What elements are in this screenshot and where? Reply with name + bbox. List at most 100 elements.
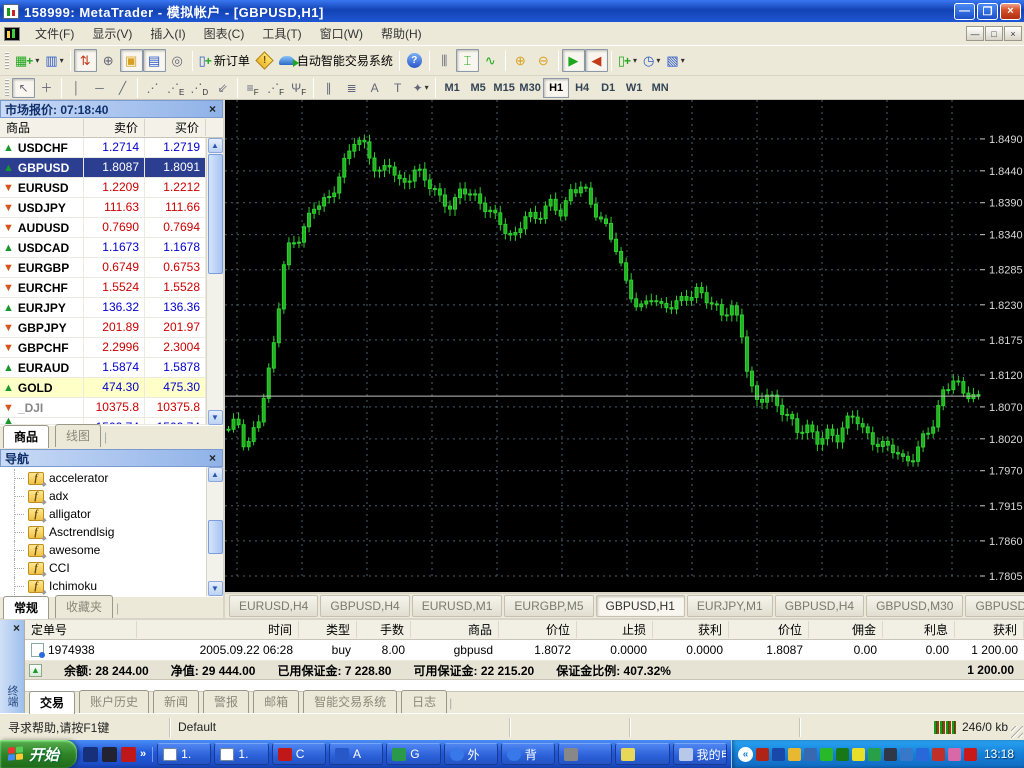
indicator-accelerator[interactable]: faccelerator <box>0 469 206 487</box>
chart-tab-EURJPY,M1[interactable]: EURJPY,M1 <box>687 595 773 617</box>
market-watch-row[interactable]: ▲USDCAD1.16731.1678 <box>0 238 206 258</box>
tray-icon-11[interactable] <box>916 748 929 761</box>
alert-icon[interactable]: ! <box>253 49 276 72</box>
tray-icon-9[interactable] <box>884 748 897 761</box>
task-metatrader-1[interactable]: 1. <box>157 743 211 765</box>
tab-商品[interactable]: 商品 <box>3 425 49 448</box>
tray-icon-13[interactable] <box>948 748 961 761</box>
terminal-tab-交易[interactable]: 交易 <box>29 691 75 714</box>
tray-icon-1[interactable] <box>756 748 769 761</box>
status-profile[interactable]: Default <box>170 718 510 737</box>
toolbar-grip[interactable] <box>5 79 9 97</box>
period-D1[interactable]: D1 <box>595 78 621 98</box>
child-close-button[interactable]: × <box>1004 26 1022 41</box>
column-ask[interactable]: 买价 <box>145 119 206 136</box>
terminal-column-3[interactable]: 手数 <box>357 621 411 638</box>
period-M1[interactable]: M1 <box>439 78 465 98</box>
line-chart-button[interactable]: ∿ <box>479 49 502 72</box>
terminal-column-6[interactable]: 止损 <box>577 621 653 638</box>
task-ie-1[interactable]: 外 <box>444 743 498 765</box>
chart-tab-GBPUSD,H1[interactable]: GBPUSD,H1 <box>596 595 685 617</box>
indicator-adx[interactable]: fadx <box>0 487 206 505</box>
data-window-toggle[interactable]: ⊕ <box>97 49 120 72</box>
market-watch-scrollbar[interactable]: ▲ ▼ <box>206 138 223 425</box>
navigator-toggle[interactable]: ▣ <box>120 49 143 72</box>
close-button[interactable]: × <box>1000 3 1021 20</box>
channel-d-button[interactable]: ⋰D <box>187 78 211 98</box>
task-my-computer[interactable]: 我的电脑 <box>673 743 727 765</box>
new-chart-button[interactable]: ▦+▾ <box>12 49 42 72</box>
resize-grip[interactable] <box>1011 726 1023 738</box>
terminal-tab-邮箱[interactable]: 邮箱 <box>253 690 299 713</box>
market-watch-row[interactable]: ▲GOLD474.30475.30 <box>0 378 206 398</box>
period-M30[interactable]: M30 <box>517 78 543 98</box>
terminal-column-7[interactable]: 获利 <box>653 621 729 638</box>
chart-canvas[interactable]: 1.84901.84401.83901.83401.82851.82301.81… <box>225 100 1024 592</box>
candlestick-chart[interactable]: 1.84901.84401.83901.83401.82851.82301.81… <box>225 100 1024 592</box>
terminal-tab-智能交易系统[interactable]: 智能交易系统 <box>303 690 397 713</box>
market-watch-close-icon[interactable]: × <box>207 102 218 116</box>
task-c[interactable]: C <box>272 743 326 765</box>
task-g[interactable]: G <box>386 743 440 765</box>
menu-窗口(W)[interactable]: 窗口(W) <box>311 21 372 46</box>
terminal-column-5[interactable]: 价位 <box>499 621 577 638</box>
cursor-button[interactable]: ↖ <box>12 78 35 98</box>
task-metatrader-2[interactable]: 1. <box>214 743 268 765</box>
terminal-tab-新闻[interactable]: 新闻 <box>153 690 199 713</box>
indicator-alligator[interactable]: falligator <box>0 505 206 523</box>
terminal-column-1[interactable]: 时间 <box>137 621 299 638</box>
channel-e-button[interactable]: ⋰E <box>164 78 187 98</box>
terminal-tab-账户历史[interactable]: 账户历史 <box>79 690 149 713</box>
toolbar-grip[interactable] <box>5 52 9 70</box>
indicators-button[interactable]: ▯+▾ <box>615 49 640 72</box>
period-H4[interactable]: H4 <box>569 78 595 98</box>
scroll-down-icon[interactable]: ▼ <box>208 410 223 425</box>
text-button[interactable]: A <box>363 78 386 98</box>
trendline-button[interactable]: ╱ <box>111 78 134 98</box>
market-watch-row[interactable]: ▲USDCHF1.27141.2719 <box>0 138 206 158</box>
tab-常规[interactable]: 常规 <box>3 596 49 619</box>
menu-文件(F)[interactable]: 文件(F) <box>26 21 83 46</box>
terminal-tab-日志[interactable]: 日志 <box>401 690 447 713</box>
tray-icon-14[interactable] <box>964 748 977 761</box>
strategy-tester-toggle[interactable]: ◎ <box>166 49 189 72</box>
scroll-down-icon[interactable]: ▼ <box>208 581 223 596</box>
terminal-column-4[interactable]: 商品 <box>411 621 499 638</box>
candlestick-button[interactable]: ⌶ <box>456 49 479 72</box>
period-M5[interactable]: M5 <box>465 78 491 98</box>
scroll-up-icon[interactable]: ▲ <box>208 467 223 482</box>
market-watch-row[interactable]: ▼EURGBP0.67490.6753 <box>0 258 206 278</box>
tray-icon-5[interactable] <box>820 748 833 761</box>
fibo-arcs-button[interactable]: ΨF <box>287 78 310 98</box>
tray-icon-10[interactable] <box>900 748 913 761</box>
chart-tab-EURUSD,M1[interactable]: EURUSD,M1 <box>412 595 503 617</box>
market-watch-row[interactable]: ▲EURAUD1.58741.5878 <box>0 358 206 378</box>
equidistant-channel-button[interactable]: ⋰ <box>141 78 164 98</box>
terminal-column-9[interactable]: 佣金 <box>809 621 883 638</box>
task-a[interactable]: A <box>329 743 383 765</box>
column-bid[interactable]: 卖价 <box>84 119 145 136</box>
horizontal-line-button[interactable]: ─ <box>88 78 111 98</box>
profiles-button[interactable]: ▥▾ <box>42 49 66 72</box>
quick-launch-icon-1[interactable] <box>83 747 98 762</box>
menu-工具(T)[interactable]: 工具(T) <box>253 21 310 46</box>
crosshair-button[interactable]: ＋ <box>35 78 58 98</box>
market-watch-row[interactable]: ▼EURCHF1.55241.5528 <box>0 278 206 298</box>
quick-launch-icon-3[interactable] <box>121 747 136 762</box>
tray-icon-6[interactable] <box>836 748 849 761</box>
task-keyboard[interactable] <box>558 743 612 765</box>
minimize-button[interactable]: — <box>954 3 975 20</box>
arrows-button[interactable]: ✦▾ <box>409 78 432 98</box>
fibo-fan-button[interactable]: ⋰F <box>264 78 287 98</box>
new-order-button[interactable]: ▯+新订单 <box>196 49 253 72</box>
periods-button[interactable]: ◷▾ <box>640 49 663 72</box>
market-watch-toggle[interactable]: ⇅ <box>74 49 97 72</box>
terminal-column-2[interactable]: 类型 <box>299 621 357 638</box>
navigator-scrollbar[interactable]: ▲ ▼ <box>206 467 223 596</box>
column-symbol[interactable]: 商品 <box>0 119 84 136</box>
tray-icon-2[interactable] <box>772 748 785 761</box>
chart-tab-GBPUSD,H4[interactable]: GBPUSD,H4 <box>775 595 864 617</box>
cycle-lines-button[interactable]: ≣ <box>340 78 363 98</box>
market-watch-row[interactable]: ▲GBPUSD1.80871.8091 <box>0 158 206 178</box>
terminal-column-8[interactable]: 价位 <box>729 621 809 638</box>
